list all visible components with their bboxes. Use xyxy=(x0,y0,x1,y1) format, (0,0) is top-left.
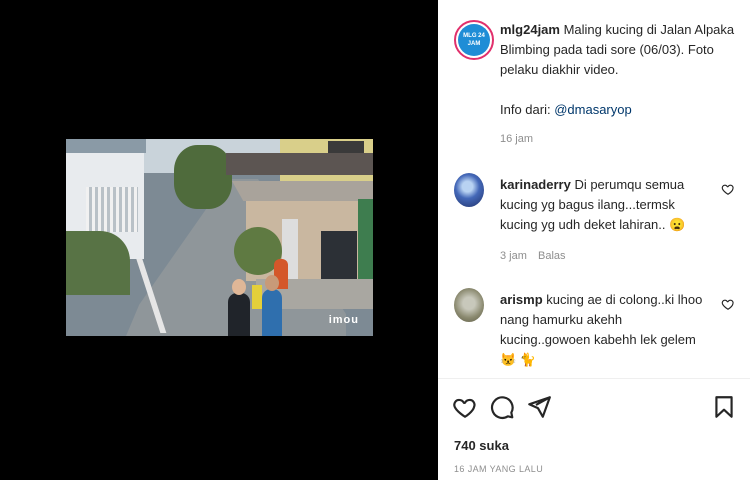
post-sidebar: MLG 24 JAM mlg24jam Maling kucing di Jal… xyxy=(438,0,750,480)
video-watermark: imou xyxy=(328,314,359,326)
author-avatar[interactable]: MLG 24 JAM xyxy=(454,20,494,60)
video-frame-green-wall xyxy=(358,199,373,279)
video-frame-head xyxy=(265,275,279,291)
post-media-area: imou xyxy=(0,0,438,480)
post-caption: mlg24jam Maling kucing di Jalan Alpaka B… xyxy=(500,20,740,120)
comment-item: arismp kucing ae di colong..ki lhoo nang… xyxy=(500,290,710,370)
comment-emojis: 😾 🐈 xyxy=(500,352,536,367)
video-frame-left-plants xyxy=(66,231,130,295)
paper-plane-icon[interactable] xyxy=(526,394,552,420)
comment-reply-button[interactable]: Balas xyxy=(538,250,566,262)
sad-face-emoji: 😦 xyxy=(669,217,686,232)
comment-icon[interactable] xyxy=(489,394,515,420)
caption-info-prefix: Info dari: xyxy=(500,102,555,117)
video-player[interactable]: imou xyxy=(66,139,373,336)
comment-avatar[interactable] xyxy=(454,288,484,322)
video-frame-person-yellow xyxy=(252,285,262,309)
video-frame-trees xyxy=(174,145,232,209)
comment-avatar[interactable] xyxy=(454,173,484,207)
post-timestamp[interactable]: 16 JAM YANG LALU xyxy=(454,464,543,474)
video-frame-head-blurred xyxy=(232,279,246,295)
actions-divider xyxy=(438,378,750,379)
author-username[interactable]: mlg24jam xyxy=(500,22,560,37)
video-frame-person-blue xyxy=(262,289,282,336)
comment-like-heart-icon[interactable] xyxy=(721,182,735,196)
comment-username[interactable]: karinaderry xyxy=(500,177,571,192)
like-heart-icon[interactable] xyxy=(452,394,478,420)
comment-like-heart-icon[interactable] xyxy=(721,297,735,311)
video-frame-awning xyxy=(232,181,373,201)
comment-item: karinaderry Di perumqu semua kucing yg b… xyxy=(500,175,710,235)
comment-time-ago[interactable]: 3 jam xyxy=(500,250,527,262)
likes-count[interactable]: 740 suka xyxy=(454,438,509,453)
caption-mention-link[interactable]: @dmasaryop xyxy=(554,102,632,117)
video-frame-right-roof xyxy=(226,153,373,175)
video-frame-door xyxy=(321,231,357,279)
author-avatar-logo: MLG 24 JAM xyxy=(458,24,490,56)
post-time-ago[interactable]: 16 jam xyxy=(500,133,533,145)
comment-username[interactable]: arismp xyxy=(500,292,543,307)
bookmark-icon[interactable] xyxy=(711,394,737,420)
video-frame-left-roof xyxy=(66,139,146,153)
video-frame-fence xyxy=(86,187,138,232)
video-frame-person-dark xyxy=(228,293,250,336)
